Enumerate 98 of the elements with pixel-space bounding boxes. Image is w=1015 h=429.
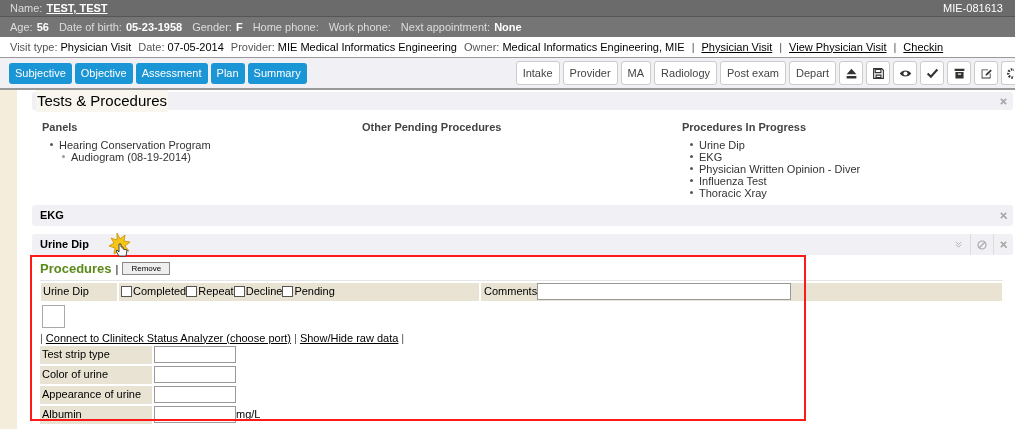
section-header[interactable]: EKG (32, 205, 1013, 226)
checkbox[interactable] (186, 286, 198, 297)
demographic-value: None (494, 19, 522, 35)
field-value: 07-05-2014 (167, 39, 224, 55)
list-item: EKG (699, 150, 723, 163)
link[interactable]: Show/Hide raw data (299, 329, 399, 347)
checkbox-label: Pending (294, 284, 335, 300)
bullet-icon (690, 179, 693, 182)
toolbar-button[interactable]: Intake (515, 61, 560, 85)
field-value: Medical Informatics Engineering, MIE (502, 39, 685, 55)
settings-icon (1005, 66, 1014, 80)
list-item: Audiogram (08-19-2014) (71, 150, 191, 163)
comments-label: Comments (484, 284, 538, 300)
save-button[interactable] (866, 61, 890, 85)
checkbox[interactable] (282, 286, 294, 297)
checkbox-label: Decline (245, 284, 283, 300)
checkbox[interactable] (121, 286, 132, 297)
field-label: Test strip type (40, 345, 152, 364)
column-heading: Procedures In Progress (682, 120, 808, 135)
separator-text: | (401, 330, 405, 346)
list-item: Physician Written Opinion - Diver (699, 162, 861, 175)
field-label: Owner: (463, 39, 500, 55)
record-id: MIE-081613 (943, 0, 1003, 16)
column-heading: Other Pending Procedures (362, 120, 503, 135)
panel-title: Tests & Procedures (36, 89, 169, 113)
toolbar-button[interactable]: Post exam (720, 61, 786, 85)
demographic-value: 05-23-1958 (125, 19, 183, 35)
demographic-label: Work phone: (328, 19, 391, 35)
bullet-icon (62, 155, 65, 158)
demographic-label: Next appointment: (400, 19, 491, 35)
field-label: Visit type: (10, 39, 58, 55)
toolbar-button[interactable]: Depart (788, 61, 836, 85)
section-title: Urine Dip (40, 237, 89, 253)
unit-label: mg/L (236, 407, 261, 423)
eject-icon (844, 66, 858, 80)
demographic-label: Age: (10, 19, 33, 35)
list-item: Influenza Test (699, 174, 767, 187)
field-label: Provider: (230, 39, 275, 55)
text-field[interactable] (154, 366, 236, 383)
procedures-title: Procedures (40, 260, 112, 278)
field-label: Date: (138, 39, 165, 55)
field-value: Physician Visit (60, 39, 132, 55)
bullet-icon (690, 191, 693, 194)
link[interactable]: Physician Visit (701, 38, 773, 56)
close-icon[interactable] (1000, 97, 1007, 105)
link[interactable]: View Physician Visit (789, 38, 887, 56)
square-field[interactable] (42, 304, 65, 328)
separator-text: | (779, 39, 783, 55)
check-icon (925, 66, 939, 80)
save-icon (871, 66, 885, 80)
settings-button[interactable] (1001, 61, 1015, 85)
archive-button[interactable] (947, 61, 971, 85)
checkbox[interactable] (233, 286, 245, 297)
demographic-label: Home phone: (252, 19, 319, 35)
checkbox-label: Completed (133, 284, 187, 300)
bullet-icon (690, 143, 693, 146)
demographic-value: 56 (36, 19, 49, 35)
demographic-value: F (235, 19, 243, 35)
separator-text: | (40, 330, 43, 346)
list-item: Hearing Conservation Program (59, 138, 211, 151)
separator-text: | (294, 330, 297, 346)
demographic-label: Date of birth: (58, 19, 122, 35)
close-icon[interactable] (1000, 241, 1007, 248)
patient-name-link[interactable]: TEST, TEST (46, 0, 108, 17)
remove-button[interactable]: Remove (122, 262, 171, 276)
list-item: Thoracic Xray (699, 186, 767, 199)
column-heading: Panels (42, 120, 79, 135)
archive-icon (952, 66, 966, 80)
separator-text: | (691, 39, 695, 55)
comments-field[interactable] (537, 283, 792, 300)
bullet-icon (690, 167, 693, 170)
separator-text: | (893, 39, 897, 55)
edit-icon (979, 66, 993, 80)
toolbar-button[interactable]: Radiology (654, 61, 717, 85)
field-value: MIE Medical Informatics Engineering (277, 39, 457, 55)
block-icon[interactable] (977, 239, 987, 250)
eye-button[interactable] (893, 61, 917, 85)
name-label: Name: (10, 0, 43, 16)
link[interactable]: Checkin (903, 38, 944, 56)
section-header[interactable]: Urine Dip (32, 234, 1013, 255)
demographic-label: Gender: (192, 19, 232, 35)
bullet-icon (50, 143, 53, 146)
list-item: Urine Dip (699, 138, 745, 151)
field-label: Color of urine (40, 365, 152, 384)
close-icon[interactable] (1000, 212, 1007, 219)
toolbar-button[interactable]: MA (620, 61, 652, 85)
text-field[interactable] (154, 386, 236, 403)
section-title: EKG (40, 208, 64, 224)
procedure-name: Urine Dip (41, 282, 119, 301)
link[interactable]: Connect to Cliniteck Status Analyzer (choose port) (45, 329, 292, 347)
bullet-icon (690, 155, 693, 158)
field-label: Appearance of urine (40, 385, 152, 404)
check-button[interactable] (920, 61, 944, 85)
separator-text: | (115, 261, 119, 277)
checkbox-label: Repeat (198, 284, 234, 300)
eject-button[interactable] (839, 61, 863, 85)
toolbar-button[interactable]: Provider (562, 61, 618, 85)
text-field[interactable] (154, 346, 236, 363)
